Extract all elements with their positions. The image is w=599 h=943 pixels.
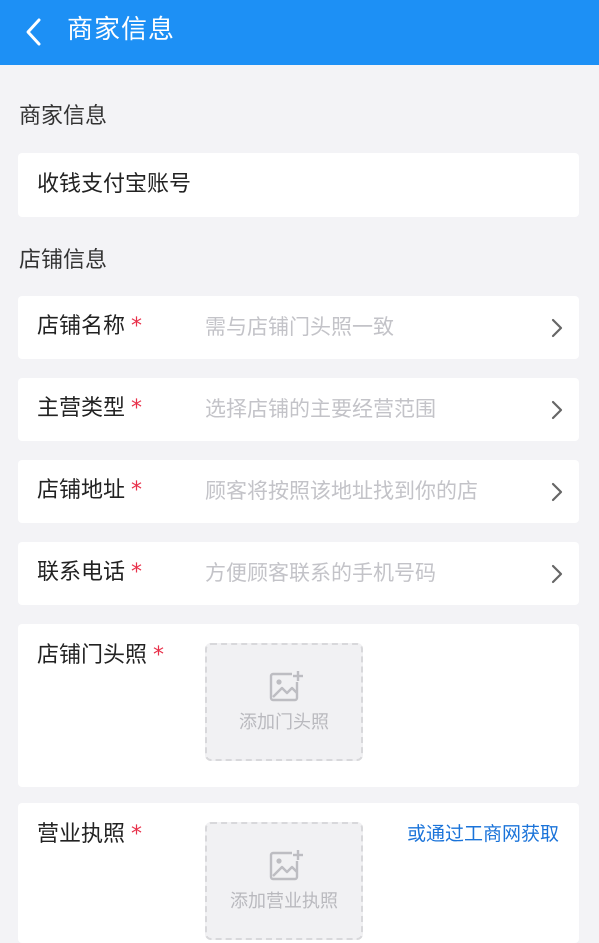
add-image-icon [269,849,304,881]
chevron-right-icon [551,400,563,420]
alipay-account-item[interactable]: 收钱支付宝账号 [18,153,579,217]
store-address-placeholder: 顾客将按照该地址找到你的店 [205,479,478,503]
add-storefront-photo-label: 添加门头照 [239,712,329,733]
business-type-placeholder: 选择店铺的主要经营范围 [205,397,436,421]
contact-phone-placeholder: 方便顾客联系的手机号码 [205,561,436,585]
chevron-right-icon [551,482,563,502]
merchant-section-label: 商家信息 [19,104,108,129]
required-mark: * [131,478,143,503]
alipay-account-label: 收钱支付宝账号 [37,172,192,197]
contact-phone-row[interactable]: 联系电话 * 方便顾客联系的手机号码 [18,542,579,605]
storefront-photo-label: 店铺门头照 [37,643,148,668]
required-mark: * [131,560,143,585]
add-business-license-label: 添加营业执照 [230,891,338,912]
business-license-label: 营业执照 [37,822,126,847]
add-image-icon [269,670,304,702]
add-business-license-button[interactable]: 添加营业执照 [205,822,363,940]
storefront-photo-card: 店铺门头照 * 添加门头照 [18,624,579,787]
required-mark: * [131,314,143,339]
store-address-row[interactable]: 店铺地址 * 顾客将按照该地址找到你的店 [18,460,579,523]
back-button[interactable] [14,12,54,52]
chevron-right-icon [551,318,563,338]
chevron-left-icon [26,18,41,46]
store-name-placeholder: 需与店铺门头照一致 [205,315,394,339]
app-header: 商家信息 [0,0,599,65]
business-type-row[interactable]: 主营类型 * 选择店铺的主要经营范围 [18,378,579,441]
page-title: 商家信息 [67,15,176,45]
required-mark: * [131,396,143,421]
business-type-label: 主营类型 [37,396,126,421]
chevron-right-icon [551,564,563,584]
business-license-card: 营业执照 * 或通过工商网获取 添加营业执照 [18,803,579,943]
required-mark: * [131,822,143,847]
get-from-business-registry-link[interactable]: 或通过工商网获取 [407,821,559,847]
store-address-label: 店铺地址 [37,478,126,503]
store-name-label: 店铺名称 [37,314,126,339]
store-section-label: 店铺信息 [19,248,108,273]
add-storefront-photo-button[interactable]: 添加门头照 [205,643,363,761]
store-name-row[interactable]: 店铺名称 * 需与店铺门头照一致 [18,296,579,359]
required-mark: * [153,643,165,668]
contact-phone-label: 联系电话 [37,560,126,585]
